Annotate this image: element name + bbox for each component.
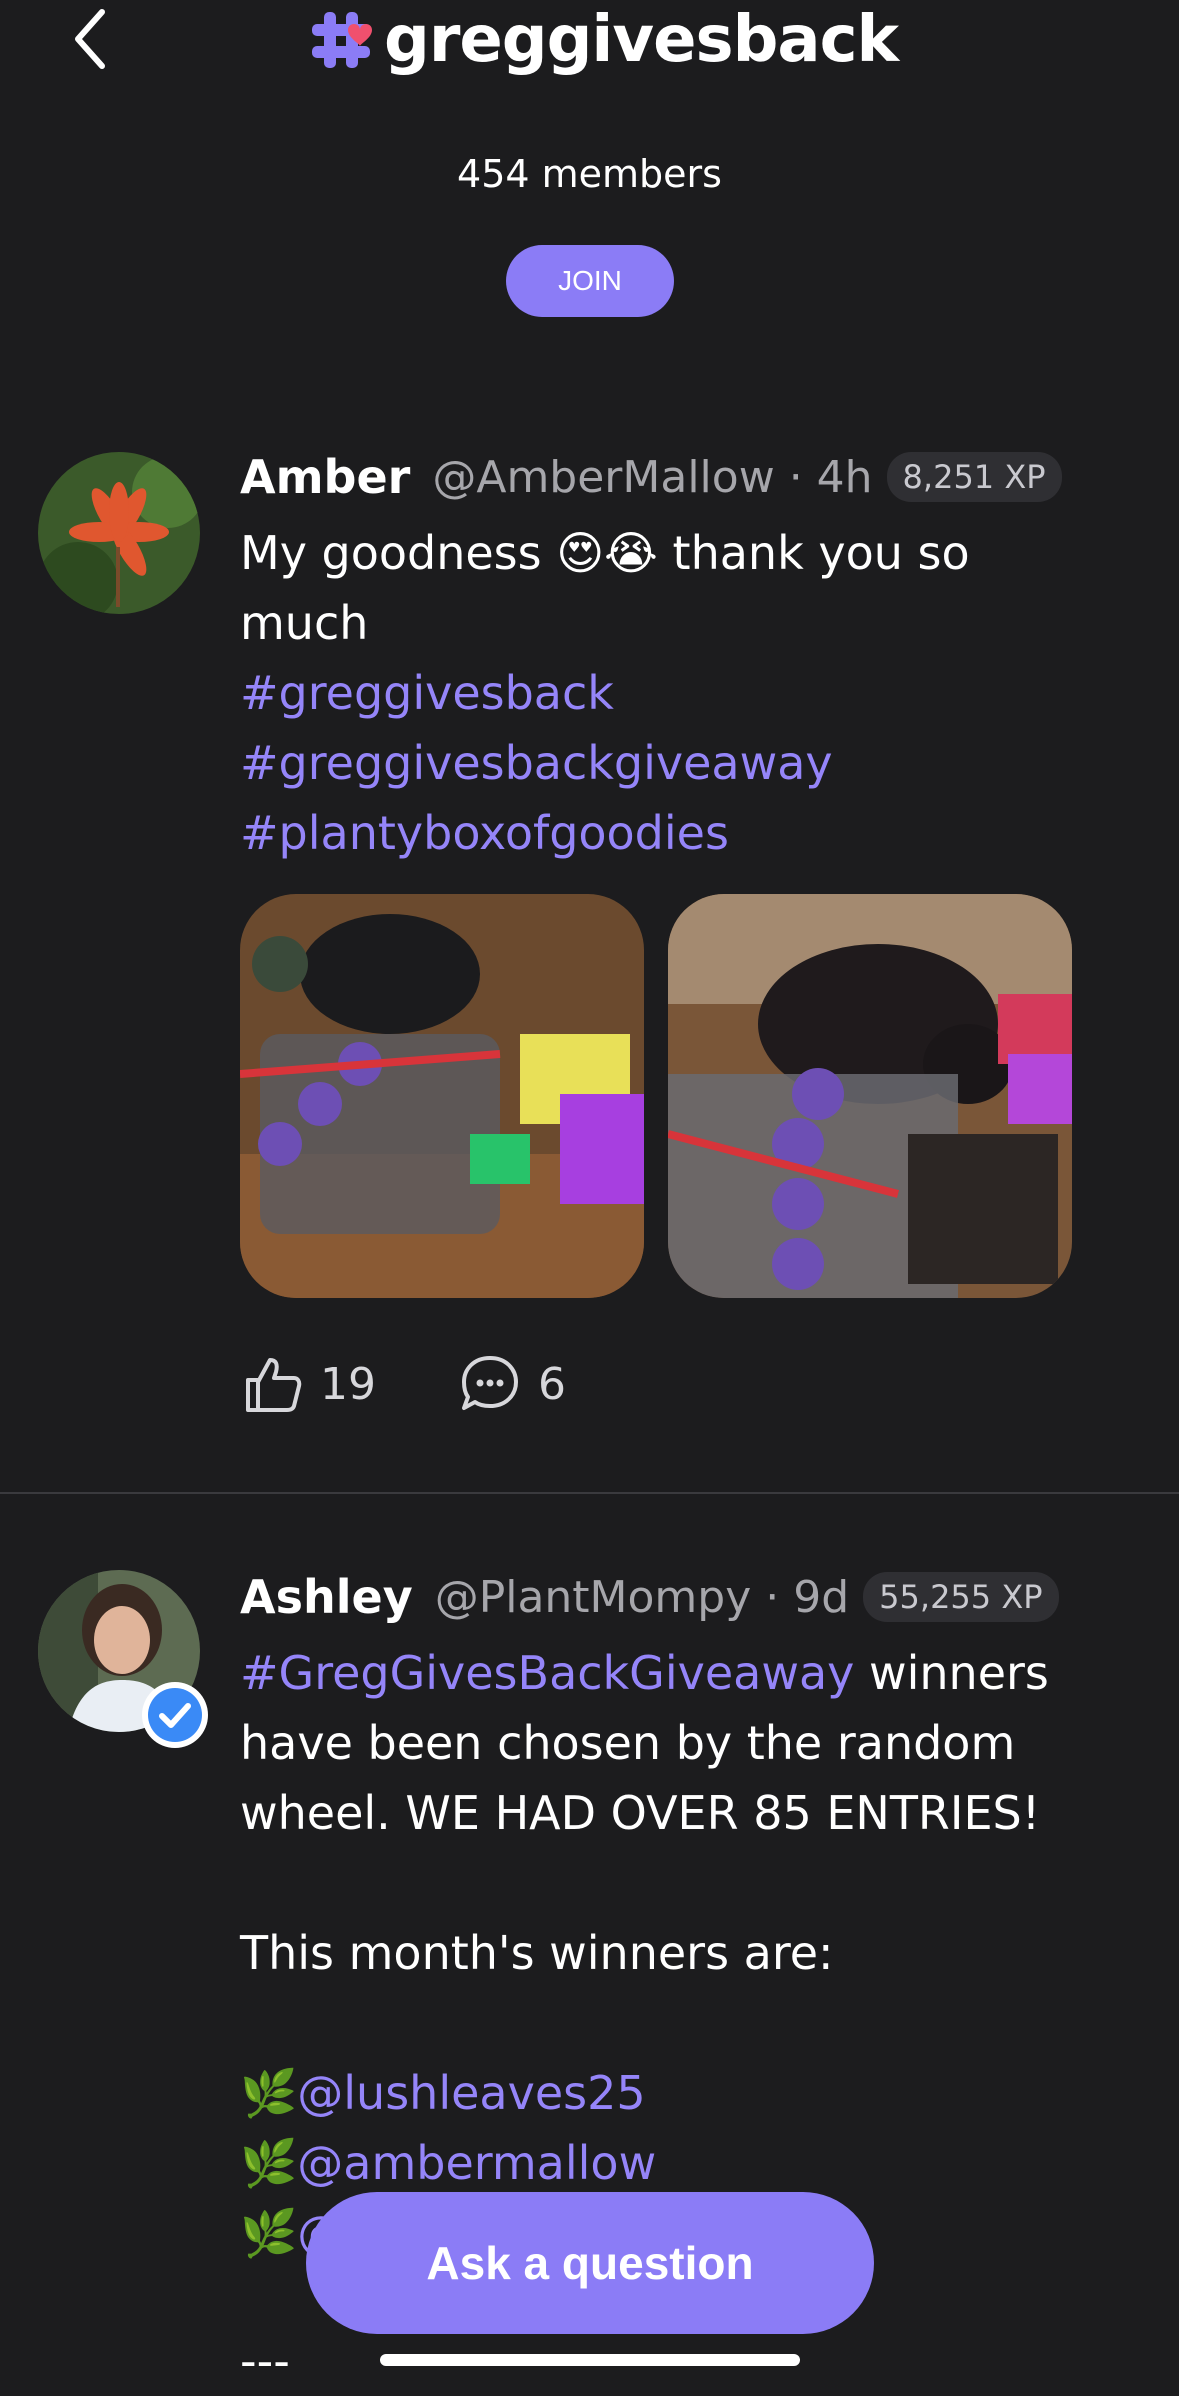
post-text-line: This month's winners are:: [240, 1926, 834, 1980]
post-text-line: ---: [240, 2334, 290, 2388]
comment-bubble-icon: [462, 1356, 518, 1410]
cat-with-giveaway-box-image: [668, 894, 1072, 1298]
hashtag-link[interactable]: #plantyboxofgoodies: [240, 798, 1120, 868]
community-title: greggivesback: [384, 3, 899, 77]
community-title-wrap: greggivesback: [310, 0, 899, 80]
post-body: My goodness 😍😭 thank you so much #greggi…: [240, 518, 1120, 868]
hashtag-link[interactable]: #greggivesbackgiveaway: [240, 728, 1120, 798]
ask-question-button[interactable]: Ask a question: [306, 2192, 874, 2334]
winner-mention[interactable]: 🌿@ambermallow: [240, 2128, 1120, 2198]
post-body: #GregGivesBackGiveaway winners have been…: [240, 1638, 1120, 2268]
post-image[interactable]: [668, 894, 1072, 1298]
post-text-line: My goodness 😍😭 thank you so: [240, 526, 970, 580]
join-button[interactable]: JOIN: [506, 245, 674, 317]
post-divider: [0, 1492, 1179, 1494]
comment-count: 6: [538, 1358, 566, 1410]
flower-avatar-image: [38, 452, 200, 614]
xp-badge: 8,251 XP: [886, 452, 1062, 502]
post-text-line: #GregGivesBackGiveaway winners: [240, 1638, 1120, 1708]
author-name[interactable]: Ashley: [240, 1570, 413, 1624]
post-text-line: much: [240, 596, 369, 650]
like-button[interactable]: 19: [240, 1352, 376, 1416]
post-actions: 19 6: [240, 1352, 648, 1416]
post-meta: Amber @AmberMallow · 4h 8,251 XP: [240, 450, 1062, 504]
post-text: winners: [854, 1646, 1049, 1700]
post-meta: Ashley @PlantMompy · 9d 55,255 XP: [240, 1570, 1059, 1624]
post-text-line: wheel. WE HAD OVER 85 ENTRIES!: [240, 1786, 1041, 1840]
cat-with-plant-supplies-image: [240, 894, 644, 1298]
chevron-left-icon[interactable]: [70, 6, 110, 72]
post-image[interactable]: [240, 894, 644, 1298]
post-text-line: have been chosen by the random: [240, 1716, 1016, 1770]
verified-badge-icon: [142, 1682, 208, 1748]
like-count: 19: [320, 1358, 376, 1410]
winner-mention[interactable]: 🌿@lushleaves25: [240, 2058, 1120, 2128]
member-count: 454 members: [457, 152, 722, 196]
thumbs-up-icon: [246, 1358, 302, 1412]
post-time: · 4h: [788, 451, 873, 503]
home-indicator: [380, 2354, 800, 2366]
hashtag-link[interactable]: #GregGivesBackGiveaway: [240, 1646, 854, 1700]
avatar[interactable]: [38, 452, 200, 614]
author-handle[interactable]: @AmberMallow: [432, 452, 774, 503]
author-name[interactable]: Amber: [240, 450, 410, 504]
author-handle[interactable]: @PlantMompy: [435, 1572, 752, 1623]
comment-button[interactable]: 6: [458, 1352, 566, 1416]
xp-badge: 55,255 XP: [863, 1572, 1059, 1622]
post-time: · 9d: [765, 1571, 850, 1623]
hashtag-link[interactable]: #greggivesback: [240, 658, 1120, 728]
header: greggivesback: [0, 0, 1179, 80]
hash-heart-icon: [312, 12, 372, 68]
